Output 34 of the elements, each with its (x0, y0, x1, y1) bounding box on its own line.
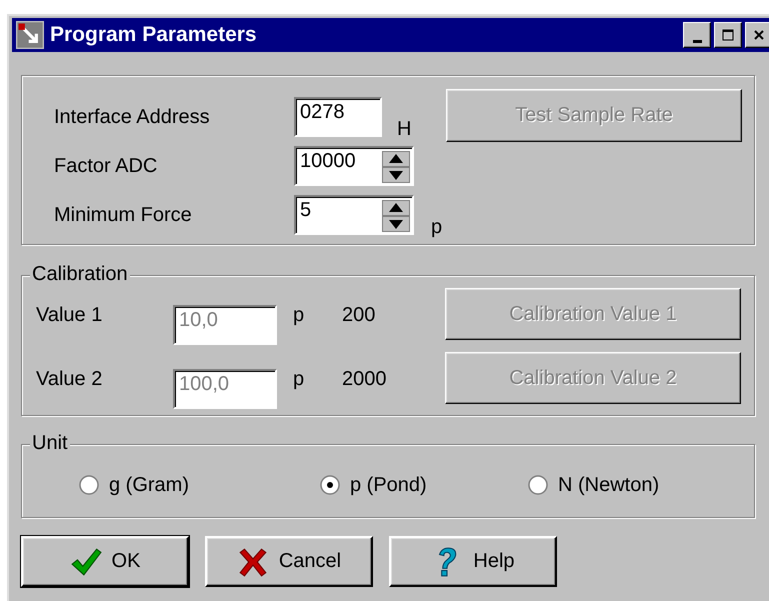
reading-text: 2000 (342, 368, 388, 390)
radio-option[interactable]: N (Newton) (528, 474, 660, 496)
field-label: Value 1 (36, 304, 104, 326)
unit-label: p (293, 368, 306, 390)
maximize-button[interactable] (714, 22, 742, 48)
radio-button[interactable] (528, 475, 548, 495)
spin-field[interactable]: 5 (294, 195, 414, 235)
unit-label: p (431, 216, 442, 239)
field-label: Interface Address (54, 106, 211, 128)
maximize-icon (722, 29, 734, 41)
minimize-button[interactable] (683, 22, 711, 48)
checkmark-icon (70, 546, 102, 578)
field-label: Value 2 (36, 368, 104, 390)
unit-label: H (397, 118, 412, 141)
field-label: Minimum Force (54, 204, 193, 226)
close-button[interactable] (745, 22, 769, 48)
reading-text: 200 (342, 304, 376, 326)
field-label: Factor ADC (54, 154, 158, 178)
spinner-icon[interactable] (382, 200, 410, 232)
radio-button[interactable] (320, 475, 340, 495)
unit-label: p (293, 304, 306, 326)
radio-option[interactable]: g (Gram) (79, 474, 189, 496)
ok-button[interactable]: OK (21, 536, 189, 587)
radio-option[interactable]: p (Pond) (320, 474, 427, 496)
cross-icon (236, 546, 269, 578)
input-field[interactable]: 0278 (294, 97, 382, 137)
radio-button[interactable] (79, 475, 99, 495)
close-icon (753, 29, 765, 41)
minimize-icon (692, 40, 702, 42)
window-title: Program Parameters (50, 23, 258, 47)
cancel-button[interactable]: Cancel (205, 536, 373, 587)
spin-field[interactable]: 10000 (294, 146, 414, 186)
spinner-icon[interactable] (382, 151, 410, 183)
help-button[interactable]: Help (389, 536, 557, 587)
